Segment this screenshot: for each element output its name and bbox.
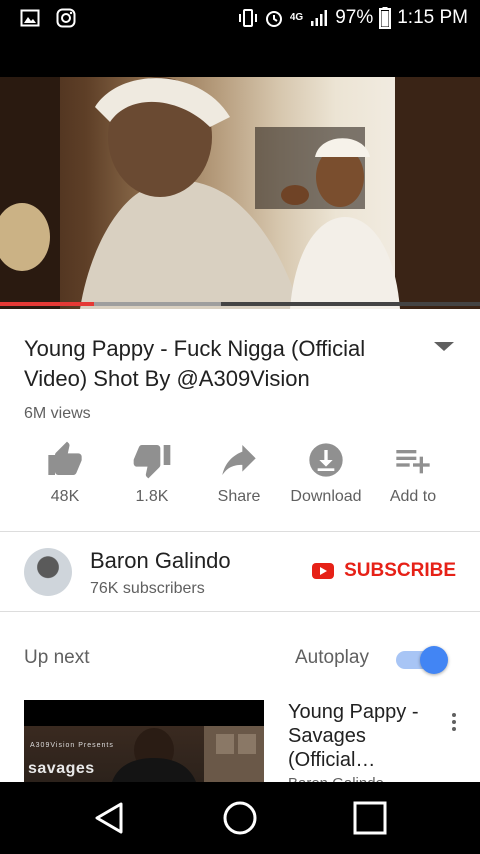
add-to-playlist-icon xyxy=(396,450,430,474)
like-button[interactable]: 48K xyxy=(20,440,110,506)
home-icon[interactable] xyxy=(222,800,258,836)
autoplay-toggle[interactable] xyxy=(396,646,452,674)
more-options-icon[interactable] xyxy=(446,710,462,734)
autoplay-label: Autoplay xyxy=(295,647,369,668)
battery-icon xyxy=(379,7,392,29)
video-title[interactable]: Young Pappy - Fuck Nigga (Official Video… xyxy=(24,334,414,394)
thumbnail-tag: A309Vision Presents xyxy=(30,742,114,749)
video-actions: 48K 1.8K Share Download Add to xyxy=(0,440,480,520)
divider xyxy=(0,611,480,612)
expand-description-icon[interactable] xyxy=(434,342,454,351)
video-still-image xyxy=(0,77,480,309)
back-icon[interactable] xyxy=(91,800,127,836)
thumbs-up-icon xyxy=(48,441,82,475)
thumbs-down-icon xyxy=(133,445,171,479)
share-icon xyxy=(222,445,256,475)
vibrate-icon xyxy=(238,9,257,27)
thumbnail-title-text: savages xyxy=(28,760,95,777)
video-frame[interactable] xyxy=(0,77,480,309)
alarm-icon xyxy=(265,11,282,27)
up-next-video-title[interactable]: Young Pappy - Savages (Official… xyxy=(288,700,423,772)
android-nav-bar xyxy=(0,782,480,854)
divider xyxy=(0,531,480,532)
download-label: Download xyxy=(290,488,362,505)
signal-icon xyxy=(311,10,328,26)
subscribe-label: SUBSCRIBE xyxy=(344,560,456,581)
dislike-count: 1.8K xyxy=(135,488,169,505)
network-type: 4G xyxy=(289,12,304,23)
dislike-button[interactable]: 1.8K xyxy=(107,440,197,506)
gallery-icon xyxy=(20,9,40,27)
add-to-label: Add to xyxy=(389,488,437,505)
instagram-icon xyxy=(56,8,76,28)
progress-played xyxy=(0,302,94,306)
channel-name[interactable]: Baron Galindo xyxy=(90,548,231,574)
recents-icon[interactable] xyxy=(352,800,388,836)
clock: 1:15 PM xyxy=(397,7,468,28)
toggle-thumb xyxy=(420,646,448,674)
download-button[interactable]: Download xyxy=(281,440,371,506)
video-player[interactable] xyxy=(0,40,480,309)
status-bar: 4G 97% 1:15 PM xyxy=(0,0,480,40)
like-count: 48K xyxy=(50,488,80,505)
share-button[interactable]: Share xyxy=(194,440,284,506)
up-next-thumbnail[interactable]: A309Vision Presents savages xyxy=(24,700,264,782)
share-label: Share xyxy=(217,488,261,505)
battery-percent: 97% xyxy=(335,7,374,28)
subscriber-count: 76K subscribers xyxy=(90,580,205,597)
channel-avatar[interactable] xyxy=(24,548,72,596)
view-count: 6M views xyxy=(24,405,91,422)
up-next-heading: Up next xyxy=(24,647,90,668)
add-to-button[interactable]: Add to xyxy=(368,440,458,506)
youtube-logo-icon xyxy=(312,563,335,579)
video-progress-bar[interactable] xyxy=(0,302,480,306)
subscribe-button[interactable]: SUBSCRIBE xyxy=(312,560,456,582)
download-icon xyxy=(309,443,343,477)
